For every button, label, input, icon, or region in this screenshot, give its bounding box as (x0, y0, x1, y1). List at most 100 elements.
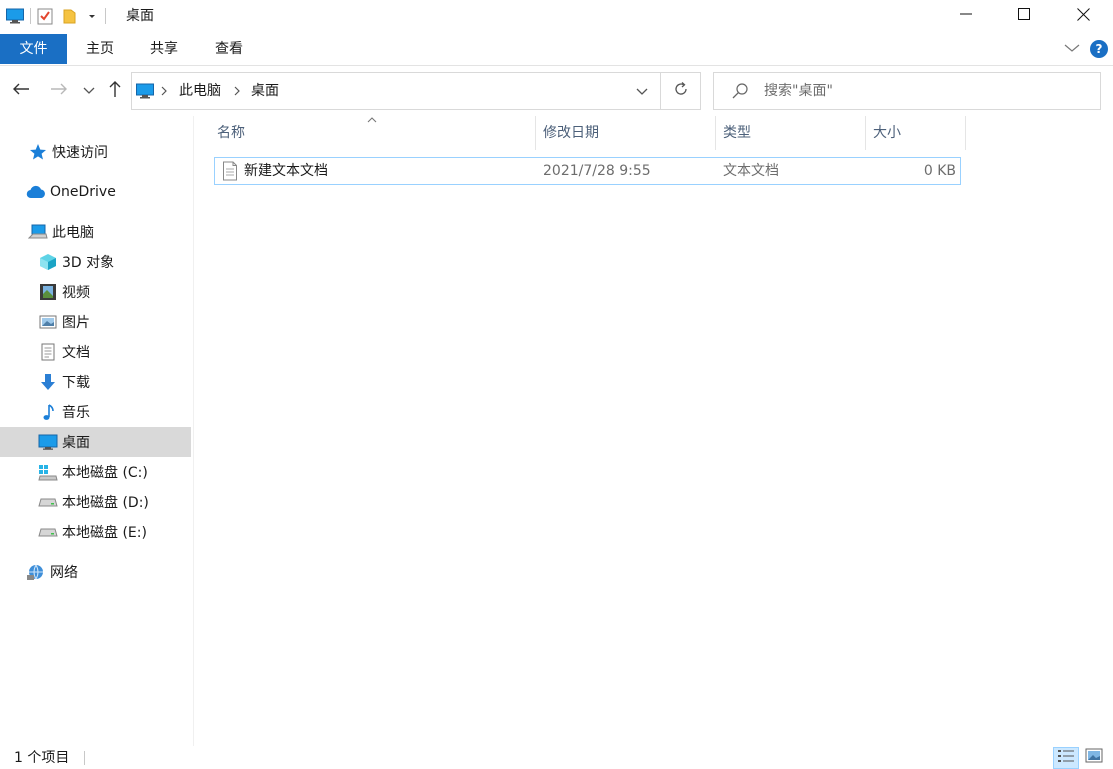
text-file-icon (222, 161, 238, 185)
sidebar-item-label: 本地磁盘 (E:) (62, 525, 147, 541)
document-icon (38, 342, 58, 362)
close-button[interactable] (1054, 0, 1112, 32)
column-divider[interactable] (865, 116, 866, 150)
tab-file[interactable]: 文件 (0, 34, 67, 64)
sidebar-item-label: 快速访问 (52, 145, 108, 161)
chevron-right-icon[interactable] (160, 84, 168, 102)
ribbon: 文件 主页 共享 查看 ? (0, 32, 1113, 66)
sidebar-item-documents[interactable]: 文档 (0, 337, 191, 367)
sidebar-item-videos[interactable]: 视频 (0, 277, 191, 307)
sidebar-item-quick-access[interactable]: 快速访问 (0, 137, 191, 167)
chevron-down-icon (83, 83, 95, 99)
title-bar: 桌面 (0, 0, 1113, 32)
sidebar-item-label: 文档 (62, 345, 90, 361)
chevron-down-icon (1064, 41, 1080, 57)
column-header-name[interactable]: 名称 (217, 116, 245, 150)
sidebar-item-label: OneDrive (50, 184, 116, 200)
window-title: 桌面 (126, 8, 154, 24)
tab-share[interactable]: 共享 (134, 34, 194, 64)
pane-divider[interactable] (193, 116, 194, 746)
cloud-icon (26, 182, 46, 202)
network-icon (26, 562, 46, 582)
column-header-size[interactable]: 大小 (873, 116, 901, 150)
sidebar-item-downloads[interactable]: 下载 (0, 367, 191, 397)
column-divider[interactable] (535, 116, 536, 150)
desktop-icon (38, 432, 58, 452)
sidebar-item-drive-c[interactable]: 本地磁盘 (C:) (0, 457, 191, 487)
computer-icon (28, 222, 48, 242)
sort-ascending-icon (366, 113, 378, 129)
recent-locations-button[interactable] (80, 80, 98, 102)
minimize-button[interactable] (937, 0, 995, 32)
back-button[interactable] (10, 80, 32, 102)
sidebar-item-drive-d[interactable]: 本地磁盘 (D:) (0, 487, 191, 517)
chevron-right-icon[interactable] (233, 84, 241, 102)
search-box[interactable]: 搜索"桌面" (713, 72, 1101, 110)
large-icons-view-icon (1085, 748, 1103, 768)
ribbon-expand-button[interactable] (1064, 41, 1082, 57)
breadcrumb-desktop[interactable]: 桌面 (251, 81, 279, 101)
cube-icon (38, 252, 58, 272)
search-input[interactable]: 搜索"桌面" (764, 81, 833, 101)
table-row[interactable]: 新建文本文档 2021/7/28 9:55 文本文档 0 KB (214, 157, 961, 185)
maximize-button[interactable] (995, 0, 1053, 32)
file-type: 文本文档 (723, 163, 779, 179)
up-button[interactable] (104, 80, 126, 102)
file-size: 0 KB (923, 163, 956, 179)
quick-access-toolbar (6, 6, 112, 26)
arrow-up-icon (108, 80, 122, 102)
download-arrow-icon (38, 372, 58, 392)
forward-button[interactable] (48, 80, 70, 102)
drive-icon (38, 492, 58, 512)
sidebar-item-music[interactable]: 音乐 (0, 397, 191, 427)
status-bar: 1 个项目 (0, 746, 1113, 769)
desktop-icon[interactable] (6, 8, 24, 24)
properties-icon[interactable] (37, 7, 55, 25)
drive-icon (38, 522, 58, 542)
sidebar-item-label: 3D 对象 (62, 255, 115, 271)
large-icons-view-button[interactable] (1081, 747, 1107, 769)
breadcrumb-this-pc[interactable]: 此电脑 (179, 81, 221, 101)
sidebar-item-label: 网络 (50, 565, 78, 581)
arrow-left-icon (12, 82, 30, 100)
column-header-date[interactable]: 修改日期 (543, 116, 599, 150)
refresh-icon (673, 81, 689, 101)
windows-drive-icon (38, 462, 58, 482)
sidebar-item-drive-e[interactable]: 本地磁盘 (E:) (0, 517, 191, 547)
customize-dropdown-icon[interactable] (87, 8, 99, 24)
new-folder-icon[interactable] (63, 8, 79, 24)
sidebar-item-onedrive[interactable]: OneDrive (0, 177, 191, 207)
sidebar-item-label: 音乐 (62, 405, 90, 421)
sidebar-item-label: 视频 (62, 285, 90, 301)
sidebar-item-this-pc[interactable]: 此电脑 (0, 217, 191, 247)
close-icon (1076, 7, 1090, 25)
sidebar-item-label: 此电脑 (52, 225, 94, 241)
navigation-pane: 快速访问 OneDrive 此电脑 3D 对象 视频 图片 文档 下载 音乐 桌… (0, 116, 192, 746)
sidebar-item-label: 桌面 (62, 435, 90, 451)
details-view-button[interactable] (1053, 747, 1079, 769)
item-count: 1 个项目 (14, 750, 70, 766)
sidebar-item-pictures[interactable]: 图片 (0, 307, 191, 337)
sidebar-item-network[interactable]: 网络 (0, 557, 191, 587)
sidebar-item-3d-objects[interactable]: 3D 对象 (0, 247, 191, 277)
maximize-icon (1018, 8, 1030, 24)
sidebar-item-label: 下载 (62, 375, 90, 391)
file-date: 2021/7/28 9:55 (543, 163, 651, 179)
column-divider[interactable] (715, 116, 716, 150)
details-view-icon (1057, 748, 1075, 768)
chevron-down-icon (635, 86, 649, 102)
refresh-button[interactable] (661, 72, 701, 110)
help-button[interactable]: ? (1090, 40, 1108, 58)
sidebar-item-label: 本地磁盘 (C:) (62, 465, 148, 481)
tab-view[interactable]: 查看 (199, 34, 259, 64)
film-icon (38, 282, 58, 302)
tab-home[interactable]: 主页 (70, 34, 130, 64)
arrow-right-icon (50, 82, 68, 100)
column-divider[interactable] (965, 116, 966, 150)
column-header-type[interactable]: 类型 (723, 116, 751, 150)
search-icon (731, 82, 749, 104)
address-history-button[interactable] (635, 84, 649, 102)
star-icon (28, 142, 48, 162)
sidebar-item-desktop[interactable]: 桌面 (0, 427, 191, 457)
address-bar[interactable]: 此电脑 桌面 (131, 72, 661, 110)
